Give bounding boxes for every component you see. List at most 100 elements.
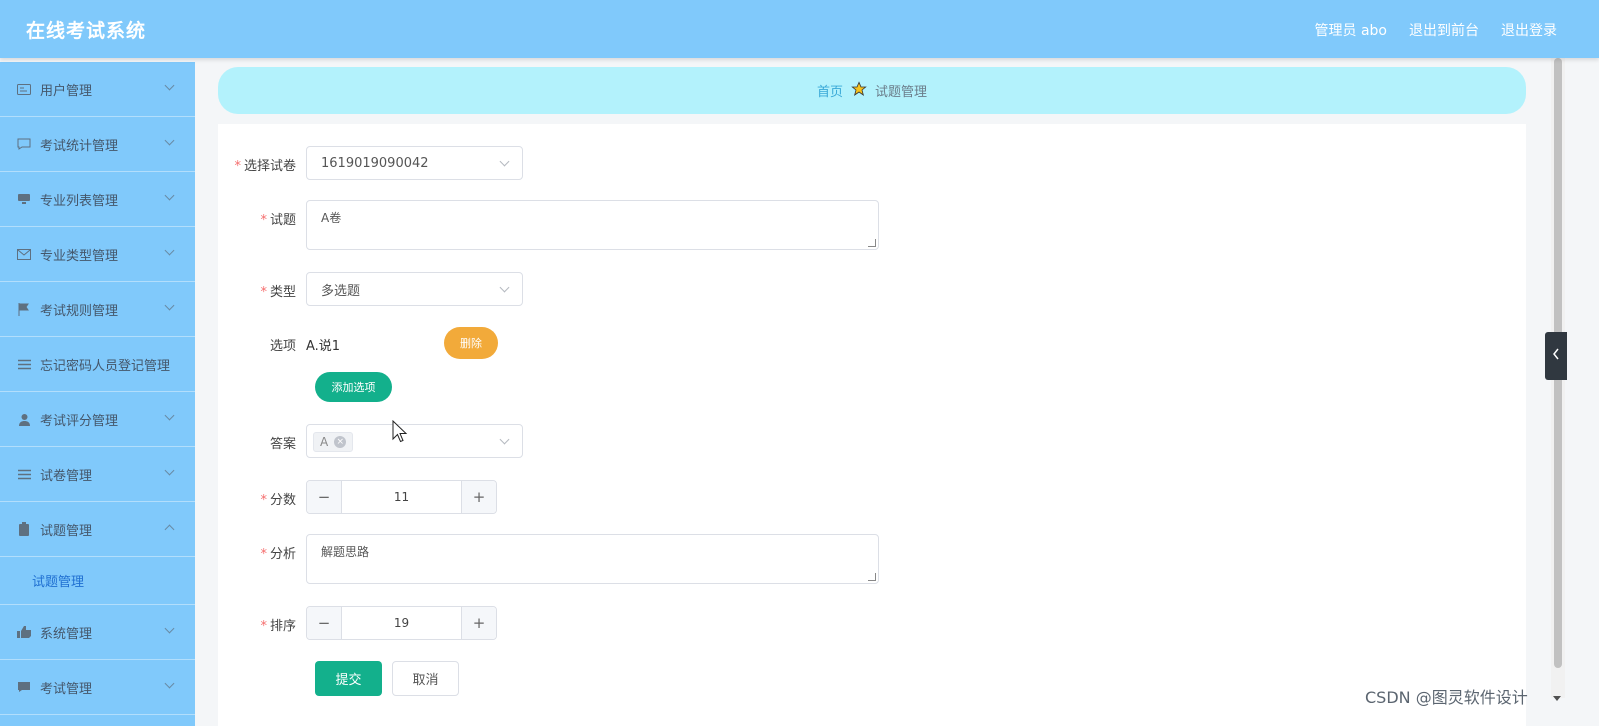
sidebar-item-label: 考试管理 bbox=[40, 681, 93, 697]
user-icon bbox=[16, 411, 32, 427]
chevron-up-icon bbox=[164, 524, 175, 535]
id-card-icon bbox=[16, 81, 32, 97]
sidebar-item-system[interactable]: 系统管理 bbox=[0, 605, 195, 660]
mail-icon bbox=[16, 246, 32, 262]
sidebar-subitem-label: 试题管理 bbox=[32, 575, 85, 590]
order-stepper: − 19 + bbox=[306, 606, 497, 640]
answer-field-row: 答案 A × bbox=[218, 424, 523, 458]
paper-field-label: * 选择试卷 bbox=[234, 159, 296, 174]
chat-bubble-icon bbox=[16, 679, 32, 695]
chevron-down-icon bbox=[164, 410, 175, 421]
scroll-down-arrow-icon[interactable] bbox=[1553, 696, 1561, 701]
resize-grip-icon[interactable] bbox=[868, 573, 876, 581]
sidebar-item-label: 试卷管理 bbox=[40, 468, 93, 484]
paper-field-row: * 选择试卷 1619019090042 bbox=[218, 146, 523, 180]
sidebar-item-label: 忘记密码人员登记管理 bbox=[40, 358, 171, 374]
sidebar-item-label: 系统管理 bbox=[40, 626, 93, 642]
resize-grip-icon[interactable] bbox=[868, 239, 876, 247]
sidebar-item-exam-scoring[interactable]: 考试评分管理 bbox=[0, 392, 195, 447]
chevron-down-icon bbox=[499, 156, 510, 167]
admin-user-link[interactable]: 管理员 abo bbox=[1315, 20, 1387, 40]
chevron-down-icon bbox=[164, 80, 175, 91]
sidebar-item-users[interactable]: 用户管理 bbox=[0, 62, 195, 117]
thumb-icon bbox=[16, 624, 32, 640]
order-input[interactable]: 19 bbox=[342, 607, 461, 639]
sidebar-item-forgot-password[interactable]: 忘记密码人员登记管理 bbox=[0, 337, 195, 392]
options-field-row: 选项 A.说1 删除 bbox=[218, 327, 498, 359]
sidebar-item-exams[interactable]: 考试管理 bbox=[0, 660, 195, 715]
score-field-row: * 分数 − 11 + bbox=[218, 480, 497, 514]
monitor-icon bbox=[16, 191, 32, 207]
sidebar-item-label: 考试规则管理 bbox=[40, 303, 119, 319]
order-decrement-button[interactable]: − bbox=[307, 607, 342, 639]
analysis-field-row: * 分析 解题思路 bbox=[218, 534, 879, 584]
order-field-row: * 排序 − 19 + bbox=[218, 606, 497, 640]
chevron-down-icon bbox=[164, 623, 175, 634]
chevron-down-icon bbox=[164, 190, 175, 201]
header-links: 管理员 abo 退出到前台 退出登录 bbox=[1315, 20, 1557, 40]
chevron-down-icon bbox=[499, 434, 510, 445]
chat-icon bbox=[16, 136, 32, 152]
logout-link[interactable]: 退出登录 bbox=[1501, 20, 1557, 40]
watermark-text: CSDN @图灵软件设计 bbox=[1365, 688, 1528, 707]
sidebar-item-label: 考试统计管理 bbox=[40, 138, 119, 154]
mouse-cursor-icon bbox=[392, 419, 408, 448]
score-input[interactable]: 11 bbox=[342, 481, 461, 513]
question-textarea[interactable]: A卷 bbox=[306, 200, 879, 250]
score-decrement-button[interactable]: − bbox=[307, 481, 342, 513]
sidebar-item-label: 考试评分管理 bbox=[40, 413, 119, 429]
sidebar-item-majors[interactable]: 专业列表管理 bbox=[0, 172, 195, 227]
flag-icon bbox=[16, 301, 32, 317]
form-actions: 提交 取消 bbox=[315, 661, 459, 696]
side-panel-toggle[interactable] bbox=[1545, 332, 1567, 380]
submit-button[interactable]: 提交 bbox=[315, 661, 382, 696]
paper-select[interactable]: 1619019090042 bbox=[306, 146, 523, 180]
sidebar-menu: 用户管理 考试统计管理 专业列表管理 专业类型管理 考试规则管理 忘记密码人员登… bbox=[0, 62, 195, 726]
chevron-down-icon bbox=[164, 245, 175, 256]
option-item-text: A.说1 bbox=[306, 339, 341, 354]
score-increment-button[interactable]: + bbox=[461, 481, 496, 513]
analysis-field-label: * 分析 bbox=[260, 547, 296, 562]
breadcrumb-current: 试题管理 bbox=[875, 85, 928, 100]
chevron-down-icon bbox=[164, 465, 175, 476]
question-field-label: * 试题 bbox=[260, 213, 296, 228]
type-select-value: 多选题 bbox=[321, 283, 361, 299]
sidebar-item-label: 专业列表管理 bbox=[40, 193, 119, 209]
sidebar-item-exam-rules[interactable]: 考试规则管理 bbox=[0, 282, 195, 337]
delete-option-button[interactable]: 删除 bbox=[444, 327, 498, 359]
paper-select-value: 1619019090042 bbox=[321, 155, 429, 171]
score-stepper: − 11 + bbox=[306, 480, 497, 514]
sidebar-subitem-questions[interactable]: 试题管理 bbox=[0, 557, 195, 605]
list-icon bbox=[16, 356, 32, 372]
sidebar-item-exam-stats[interactable]: 考试统计管理 bbox=[0, 117, 195, 172]
type-field-row: * 类型 多选题 bbox=[218, 272, 523, 306]
chevron-down-icon bbox=[164, 135, 175, 146]
chevron-down-icon bbox=[164, 300, 175, 311]
answer-multiselect[interactable]: A × bbox=[306, 424, 523, 458]
cancel-button[interactable]: 取消 bbox=[392, 661, 459, 696]
star-icon bbox=[851, 80, 867, 101]
type-select[interactable]: 多选题 bbox=[306, 272, 523, 306]
score-field-label: * 分数 bbox=[260, 493, 296, 508]
type-field-label: * 类型 bbox=[260, 285, 296, 300]
breadcrumb: 首页 试题管理 bbox=[218, 67, 1526, 114]
chevron-down-icon bbox=[164, 678, 175, 689]
clipboard-icon bbox=[16, 521, 32, 537]
analysis-textarea[interactable]: 解题思路 bbox=[306, 534, 879, 584]
options-field-label: 选项 bbox=[269, 339, 296, 354]
sidebar-item-major-types[interactable]: 专业类型管理 bbox=[0, 227, 195, 282]
close-icon[interactable]: × bbox=[334, 436, 347, 448]
sidebar-item-questions[interactable]: 试题管理 bbox=[0, 502, 195, 557]
back-to-front-link[interactable]: 退出到前台 bbox=[1409, 20, 1479, 40]
breadcrumb-home-link[interactable]: 首页 bbox=[817, 81, 843, 100]
add-option-button[interactable]: 添加选项 bbox=[315, 372, 392, 402]
add-option-row: 添加选项 bbox=[315, 372, 392, 402]
answer-field-label: 答案 bbox=[269, 437, 296, 452]
chevron-left-icon bbox=[1552, 348, 1560, 364]
question-field-row: * 试题 A卷 bbox=[218, 200, 879, 250]
chevron-down-icon bbox=[499, 282, 510, 293]
sidebar-item-papers[interactable]: 试卷管理 bbox=[0, 447, 195, 502]
answer-tag: A × bbox=[313, 432, 354, 452]
order-increment-button[interactable]: + bbox=[461, 607, 496, 639]
question-form-panel: * 选择试卷 1619019090042 * 试题 A卷 * 类型 多选题 选项 A.… bbox=[218, 124, 1526, 726]
